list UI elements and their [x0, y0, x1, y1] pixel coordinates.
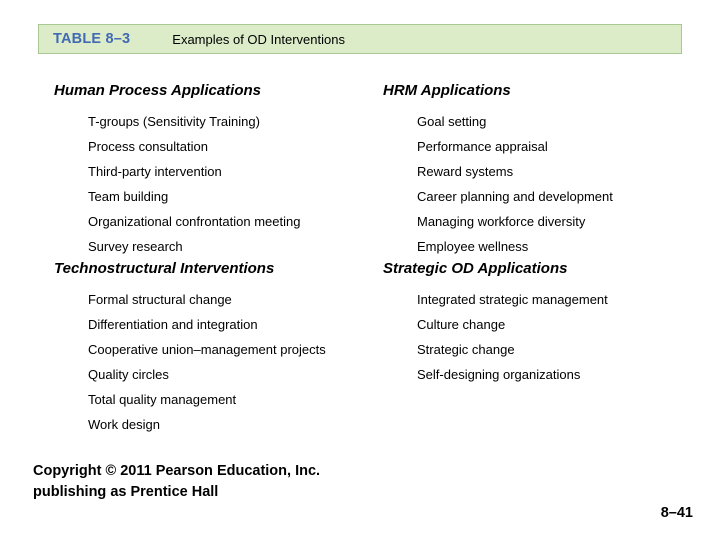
column-strategic-od-applications: Strategic OD Applications Integrated str…: [383, 260, 703, 387]
table-caption-label: Examples of OD Interventions: [172, 31, 345, 47]
section-row-2: Technostructural Interventions Formal st…: [0, 260, 720, 450]
list-item: Cooperative union–management projects: [88, 342, 326, 357]
list-item: Team building: [88, 189, 169, 204]
column-heading: Human Process Applications: [54, 82, 261, 99]
list-item: Third-party intervention: [88, 164, 222, 179]
list-item: T-groups (Sensitivity Training): [88, 114, 260, 129]
table-number-label: TABLE 8–3: [53, 31, 131, 47]
table-content: Human Process Applications T-groups (Sen…: [0, 82, 720, 450]
list-item: Total quality management: [88, 392, 237, 407]
list-item: Reward systems: [417, 164, 514, 179]
list-item: Work design: [88, 417, 161, 432]
copyright-notice: Copyright © 2011 Pearson Education, Inc.…: [33, 463, 321, 500]
intervention-list: Formal structural change Differentiation…: [54, 287, 384, 437]
list-item: Managing workforce diversity: [417, 214, 586, 229]
table-title-bar: TABLE 8–3 Examples of OD Interventions: [38, 24, 682, 54]
list-item: Employee wellness: [417, 239, 529, 254]
list-item: Goal setting: [417, 114, 487, 129]
list-item: Process consultation: [88, 139, 208, 154]
intervention-list: T-groups (Sensitivity Training) Process …: [54, 109, 384, 259]
column-technostructural-interventions: Technostructural Interventions Formal st…: [54, 260, 384, 437]
list-item: Organizational confrontation meeting: [88, 214, 301, 229]
list-item: Performance appraisal: [417, 139, 548, 154]
list-item: Integrated strategic management: [417, 292, 608, 307]
list-item: Culture change: [417, 317, 506, 332]
list-item: Strategic change: [417, 342, 515, 357]
intervention-list: Goal setting Performance appraisal Rewar…: [383, 109, 703, 259]
section-row-1: Human Process Applications T-groups (Sen…: [0, 82, 720, 260]
list-item: Quality circles: [88, 367, 169, 382]
list-item: Differentiation and integration: [88, 317, 258, 332]
list-item: Career planning and development: [417, 189, 613, 204]
page-number: 8–41: [660, 505, 693, 521]
column-heading: HRM Applications: [383, 82, 511, 99]
column-hrm-applications: HRM Applications Goal setting Performanc…: [383, 82, 703, 259]
list-item: Survey research: [88, 239, 183, 254]
column-heading: Technostructural Interventions: [54, 260, 275, 277]
column-human-process-applications: Human Process Applications T-groups (Sen…: [54, 82, 384, 259]
list-item: Self-designing organizations: [417, 367, 581, 382]
intervention-list: Integrated strategic management Culture …: [383, 287, 703, 387]
list-item: Formal structural change: [88, 292, 232, 307]
column-heading: Strategic OD Applications: [383, 260, 568, 277]
